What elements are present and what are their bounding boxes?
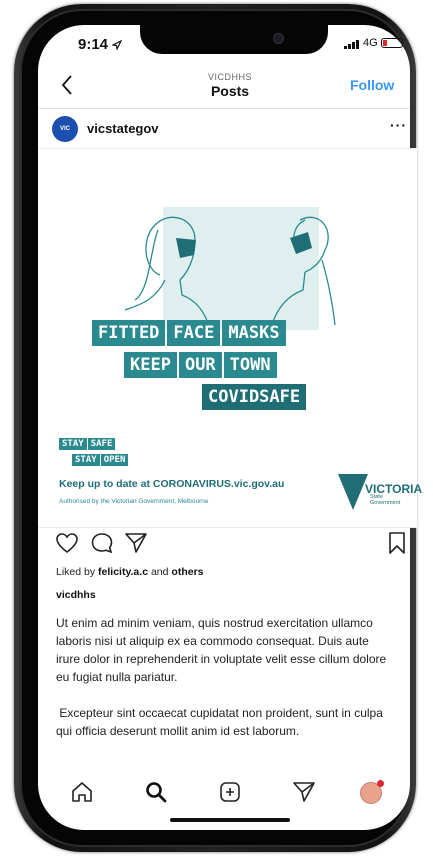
location-arrow-icon <box>111 39 123 51</box>
home-indicator[interactable] <box>170 818 290 822</box>
cta-text: Keep up to date at CORONAVIRUS.vic.gov.a… <box>59 478 285 490</box>
more-options-icon[interactable]: ··· <box>390 117 407 133</box>
share-icon[interactable] <box>124 532 148 554</box>
search-icon[interactable] <box>144 780 168 804</box>
banner-line-3: COVIDSAFE <box>202 384 308 410</box>
account-avatar[interactable]: VIC <box>52 116 78 142</box>
banner-line-1: FITTED FACE MASKS <box>92 320 288 346</box>
caption-username[interactable]: vicdhhs <box>56 589 96 601</box>
likes-text[interactable]: Liked by felicity.a.c and others <box>56 566 204 578</box>
follow-button[interactable]: Follow <box>350 77 394 93</box>
status-indicators: 4G <box>344 37 403 49</box>
network-label: 4G <box>363 37 378 49</box>
nav-subtitle: VICDHHS <box>207 72 252 82</box>
save-icon[interactable] <box>387 531 407 555</box>
caption-paragraph-2: Excepteur sint occaecat cupidatat non pr… <box>56 706 387 738</box>
stay-open-tag: STAY OPEN <box>72 449 129 467</box>
like-icon[interactable] <box>55 532 79 554</box>
profile-icon[interactable] <box>360 780 384 804</box>
page-title: Posts <box>210 83 250 99</box>
notch <box>140 24 328 54</box>
status-time: 9:14 <box>78 36 123 53</box>
home-icon[interactable] <box>70 780 94 804</box>
add-post-icon[interactable] <box>218 780 242 804</box>
masked-people-illustration <box>124 216 336 331</box>
logo-subtext: State Government <box>370 494 401 506</box>
signal-icon <box>344 37 360 49</box>
post-username[interactable]: vicstategov <box>87 121 159 136</box>
battery-icon <box>380 38 403 48</box>
caption-text: Ut enim ad minim veniam, quis nostrud ex… <box>56 614 396 740</box>
direct-message-icon[interactable] <box>292 780 316 804</box>
divider <box>38 108 410 109</box>
notification-dot <box>377 780 384 787</box>
comment-icon[interactable] <box>90 532 114 554</box>
caption-paragraph-1: Ut enim ad minim veniam, quis nostrud ex… <box>56 616 387 684</box>
tab-bar <box>38 768 410 818</box>
victoria-logo-icon <box>338 474 368 510</box>
back-icon[interactable] <box>60 72 74 103</box>
authorised-text: Authorised by the Victorian Government, … <box>59 498 209 505</box>
banner-line-2: KEEP OUR TOWN <box>124 352 279 378</box>
